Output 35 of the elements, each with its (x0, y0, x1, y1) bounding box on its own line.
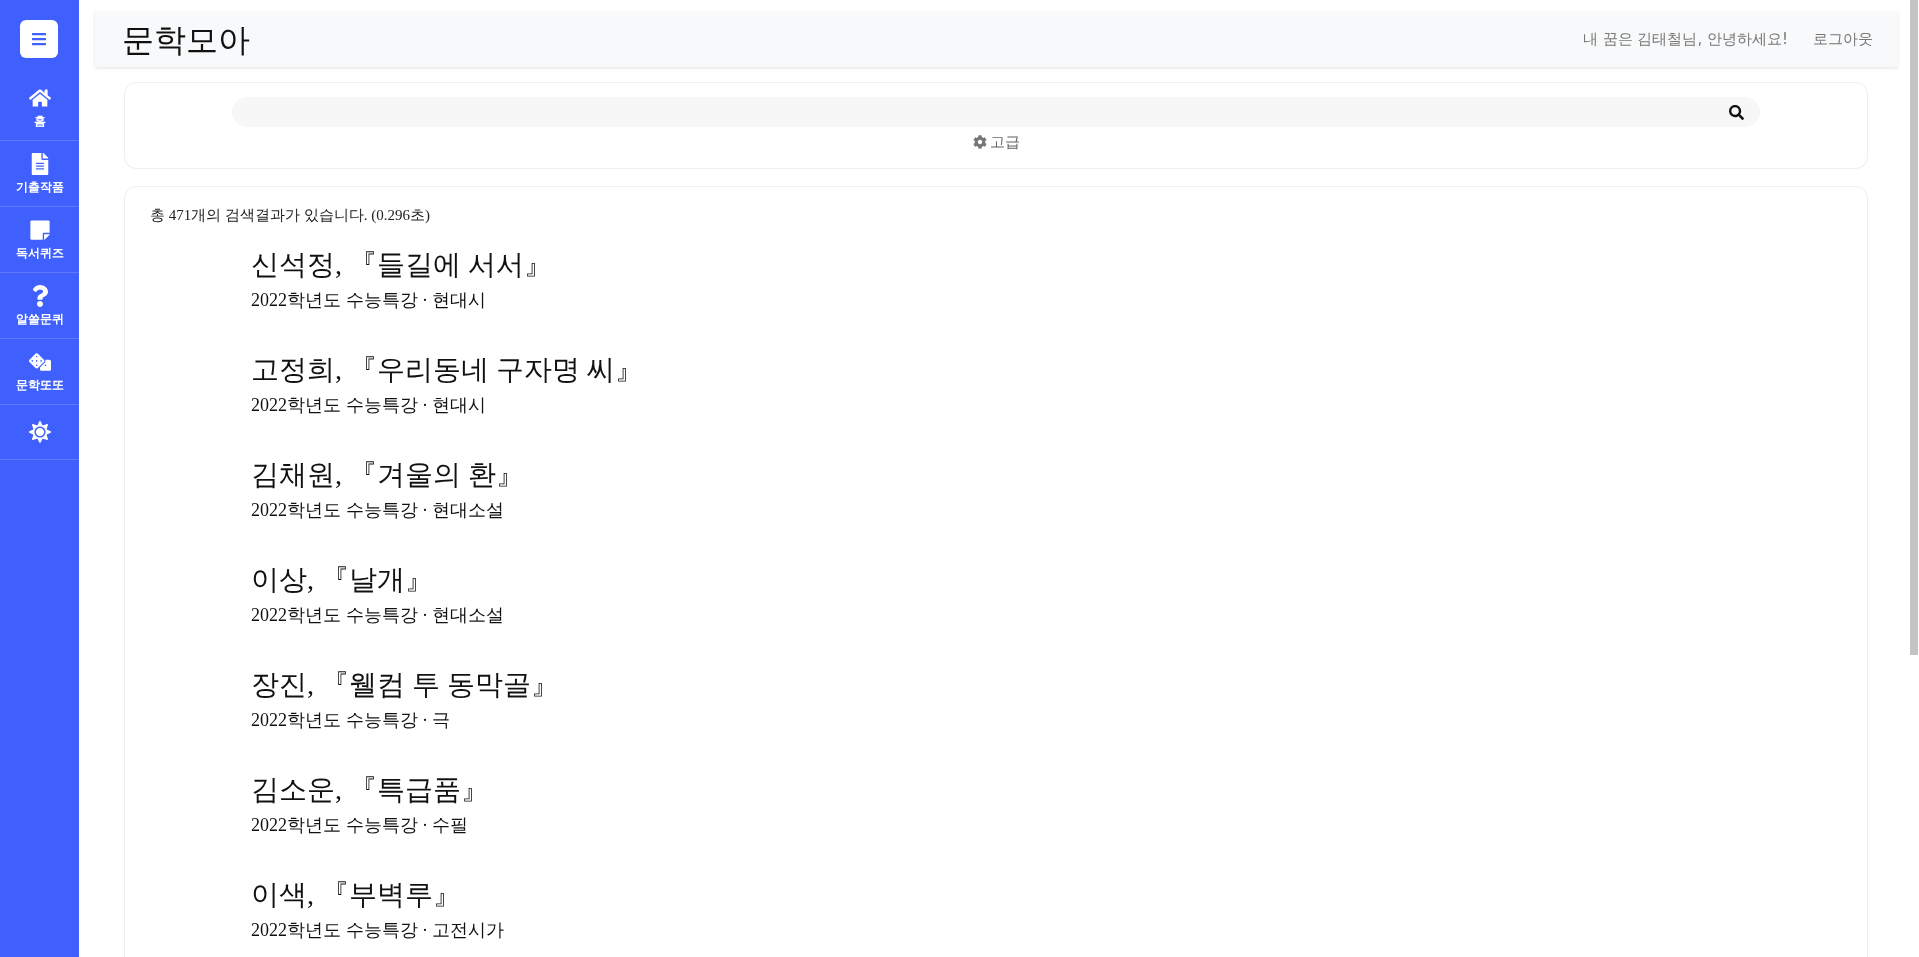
search-button[interactable] (1729, 104, 1744, 120)
site-title: 문학모아 (122, 19, 250, 60)
search-field[interactable] (232, 97, 1760, 127)
result-title-link[interactable]: 고정희, 『우리동네 구자명 씨』 (251, 353, 643, 387)
result-source-text: 2022학년도 수능특강 · 현대소설 (251, 604, 505, 627)
result-title-link[interactable]: 이색, 『부벽루』 (251, 878, 461, 912)
sticky-note-icon (28, 219, 51, 241)
result-source-text: 2022학년도 수능특강 · 현대시 (251, 289, 487, 312)
search-icon (1729, 104, 1744, 120)
result-source-text: 2022학년도 수능특강 · 현대시 (251, 394, 487, 417)
sidebar-item[interactable]: 홈 (0, 75, 79, 141)
result-source-text: 2022학년도 수능특강 · 수필 (251, 814, 469, 837)
result-source-text: 2022학년도 수능특강 · 현대소설 (251, 499, 505, 522)
menu-icon (31, 31, 47, 47)
greeting-text: 내 꿈은 김태철님, 안녕하세요! (1582, 30, 1788, 49)
sun-icon (28, 421, 51, 443)
result-title-link[interactable]: 김소운, 『특급품』 (251, 773, 489, 807)
home-icon (28, 87, 51, 109)
dice-icon (28, 351, 51, 373)
result-source-text: 2022학년도 수능특강 · 고전시가 (251, 919, 505, 942)
sidebar-item[interactable]: 독서퀴즈 (0, 207, 79, 273)
gear-icon (972, 135, 987, 149)
result-title-link[interactable]: 김채원, 『겨울의 환』 (251, 458, 524, 492)
result-title-link[interactable]: 이상, 『날개』 (251, 563, 433, 597)
scrollbar-thumb[interactable] (1910, 0, 1918, 655)
result-title-link[interactable]: 신석정, 『들길에 서서』 (251, 248, 552, 282)
sidebar-item[interactable]: 알쓸문퀴 (0, 273, 79, 339)
result-count-text: 총 471개의 검색결과가 있습니다. (0.296초) (150, 206, 431, 224)
advanced-search-link[interactable]: 고급 (972, 133, 1020, 151)
sidebar-item[interactable]: 기출작품 (0, 141, 79, 207)
logout-link[interactable]: 로그아웃 (1813, 30, 1873, 49)
sidebar-item[interactable]: 문학또또 (0, 339, 79, 405)
result-title-link[interactable]: 장진, 『웰컴 투 동막골』 (251, 668, 559, 702)
menu-button[interactable] (20, 20, 58, 58)
result-source-text: 2022학년도 수능특강 · 극 (251, 709, 451, 732)
